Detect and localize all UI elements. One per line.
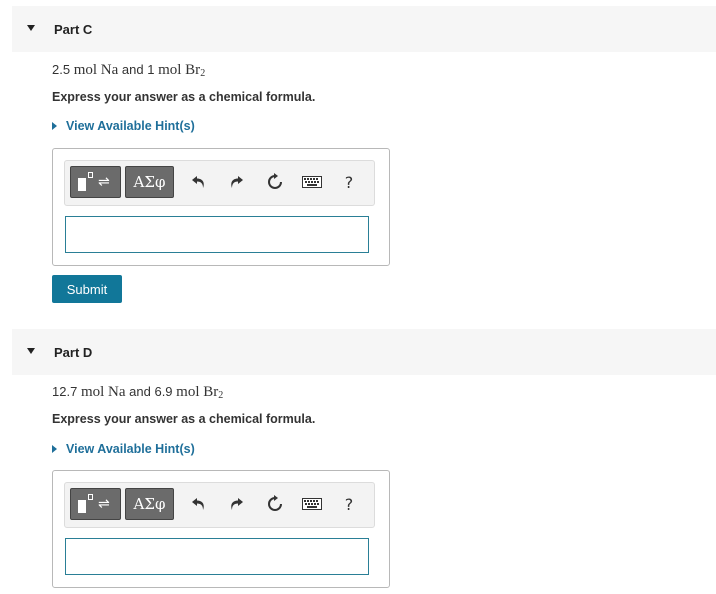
help-icon[interactable]: ? bbox=[338, 493, 360, 515]
expand-triangle-icon bbox=[52, 122, 57, 130]
template-block-icon bbox=[78, 500, 86, 513]
redo-icon[interactable] bbox=[225, 171, 247, 193]
part-c-header[interactable]: Part C bbox=[12, 6, 716, 52]
undo-icon[interactable] bbox=[188, 493, 210, 515]
collapse-caret-icon[interactable] bbox=[27, 25, 35, 31]
part-c-answer-box: ⇌ ΑΣφ ? bbox=[52, 148, 390, 266]
part-d-answer-box: ⇌ ΑΣφ ? bbox=[52, 470, 390, 588]
template-block-icon bbox=[78, 178, 86, 191]
help-icon[interactable]: ? bbox=[338, 171, 360, 193]
part-d-title: Part D bbox=[54, 344, 93, 360]
submit-button[interactable]: Submit bbox=[52, 275, 122, 303]
equilibrium-arrow-icon: ⇌ bbox=[98, 496, 110, 512]
part-c-hint-link[interactable]: View Available Hint(s) bbox=[52, 119, 195, 133]
part-c-title: Part C bbox=[54, 21, 93, 37]
part-c-problem: 2.5 mol Na and 1 mol Br2 bbox=[52, 62, 206, 79]
undo-icon[interactable] bbox=[188, 171, 210, 193]
keyboard-icon[interactable] bbox=[301, 171, 323, 193]
greek-symbols-button[interactable]: ΑΣφ bbox=[125, 488, 174, 520]
part-c-answer-input[interactable] bbox=[65, 216, 369, 253]
part-d-header[interactable]: Part D bbox=[12, 329, 716, 375]
part-d-instruction: Express your answer as a chemical formul… bbox=[52, 412, 316, 426]
collapse-caret-icon[interactable] bbox=[27, 348, 35, 354]
reset-icon[interactable] bbox=[264, 171, 286, 193]
templates-button[interactable]: ⇌ bbox=[70, 488, 121, 520]
redo-icon[interactable] bbox=[225, 493, 247, 515]
keyboard-icon[interactable] bbox=[301, 493, 323, 515]
greek-symbols-button[interactable]: ΑΣφ bbox=[125, 166, 174, 198]
templates-button[interactable]: ⇌ bbox=[70, 166, 121, 198]
equilibrium-arrow-icon: ⇌ bbox=[98, 174, 110, 190]
math-toolbar: ⇌ ΑΣφ ? bbox=[64, 160, 375, 206]
part-d-hint-link[interactable]: View Available Hint(s) bbox=[52, 442, 195, 456]
template-square-icon bbox=[88, 172, 93, 178]
part-c-instruction: Express your answer as a chemical formul… bbox=[52, 90, 316, 104]
math-toolbar: ⇌ ΑΣφ ? bbox=[64, 482, 375, 528]
template-square-icon bbox=[88, 494, 93, 500]
reset-icon[interactable] bbox=[264, 493, 286, 515]
part-d-answer-input[interactable] bbox=[65, 538, 369, 575]
part-d-problem: 12.7 mol Na and 6.9 mol Br2 bbox=[52, 384, 224, 401]
expand-triangle-icon bbox=[52, 445, 57, 453]
